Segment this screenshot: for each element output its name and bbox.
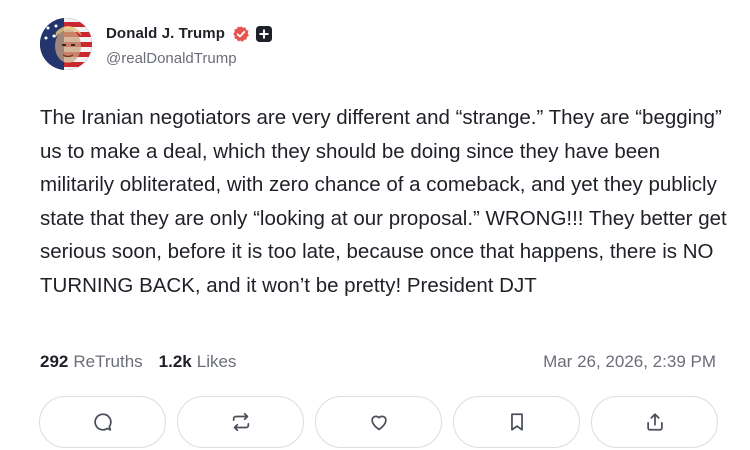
verified-badge-icon [232,25,250,43]
post-actions [39,396,718,448]
like-button[interactable] [315,396,442,448]
post-header: Donald J. Trump @realDonaldTrump [40,18,273,70]
author-avatar[interactable] [40,18,92,70]
flag-portrait-avatar-icon [40,18,92,70]
likes-label[interactable]: Likes [197,352,237,372]
bookmark-button[interactable] [453,396,580,448]
post-stats: 292 ReTruths 1.2k Likes [40,352,236,372]
retruths-count[interactable]: 292 [40,352,68,372]
author-handle[interactable]: @realDonaldTrump [106,50,272,67]
post-timestamp[interactable]: Mar 26, 2026, 2:39 PM [543,352,716,372]
reply-button[interactable] [39,396,166,448]
author-names: Donald J. Trump @realDonaldTrump [106,22,273,67]
bookmark-icon [510,413,523,431]
retruth-icon [232,412,249,432]
post-body-text: The Iranian negotiators are very differe… [40,106,733,297]
likes-count[interactable]: 1.2k [159,352,192,372]
name-row: Donald J. Trump [106,22,273,46]
retruth-button[interactable] [177,396,304,448]
share-button[interactable] [591,396,718,448]
reply-icon [93,413,112,431]
plus-badge-icon [256,25,273,42]
post-card: Donald J. Trump @realDonaldTrump The Ira… [0,0,750,450]
author-display-name[interactable]: Donald J. Trump [106,25,225,42]
share-icon [646,413,663,431]
like-heart-icon [370,415,387,431]
retruths-label[interactable]: ReTruths [73,352,142,372]
